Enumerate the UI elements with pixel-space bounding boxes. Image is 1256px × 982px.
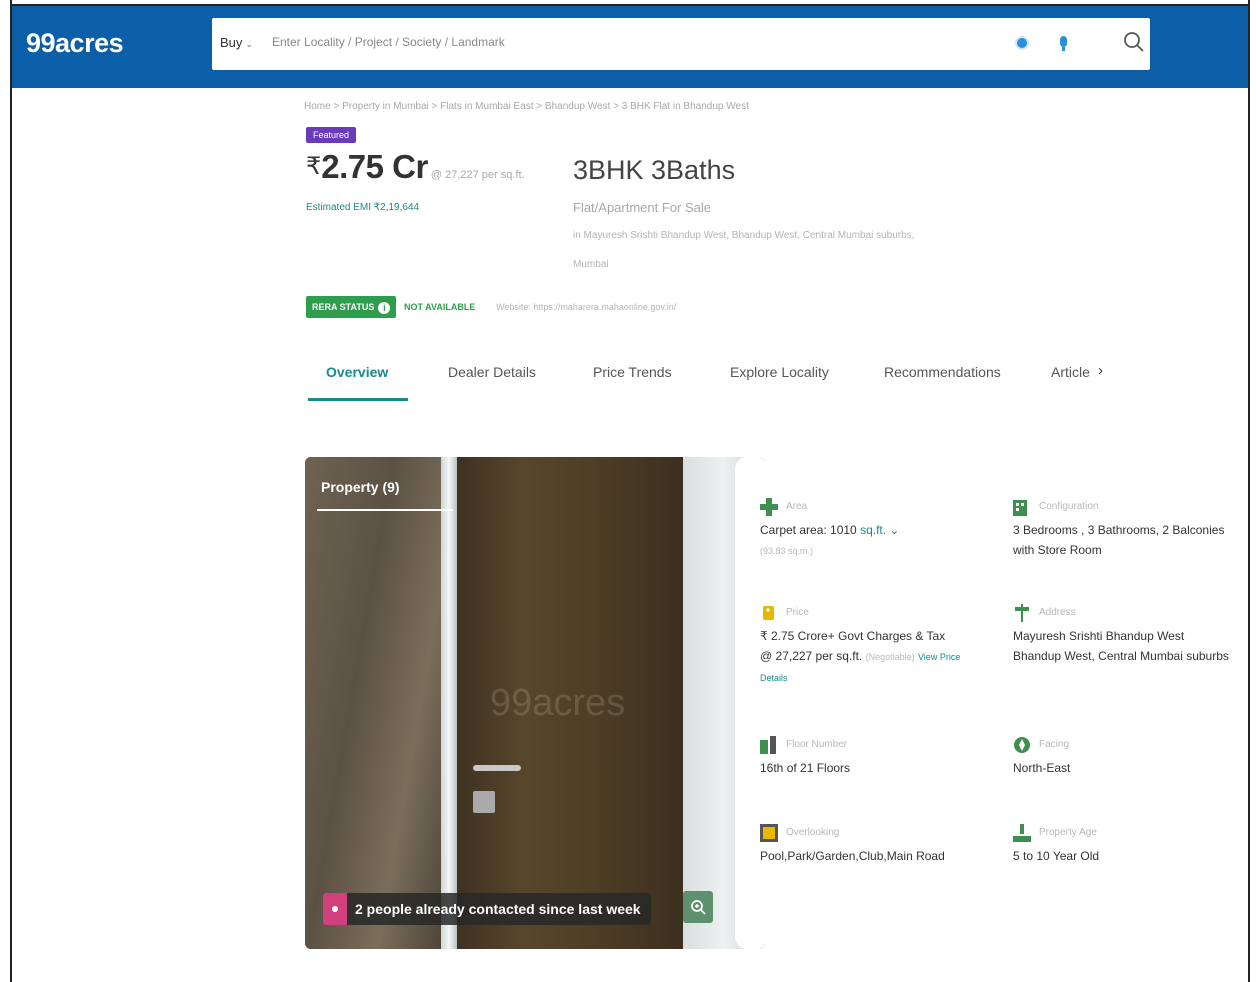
contact-icon (323, 893, 347, 925)
price-line-1: ₹ 2.75 Crore+ Govt Charges & Tax (760, 629, 946, 643)
configuration-line-1: 3 Bedrooms , 3 Bathrooms, 2 Balconies (1013, 523, 1225, 537)
rera-website[interactable]: Website: https://maharera.mahaonline.gov… (496, 302, 676, 312)
floor-value: 16th of 21 Floors (760, 761, 851, 775)
configuration-line-2: with Store Room (1013, 543, 1102, 557)
address-value: Mayuresh Srishti Bhandup West Bhandup We… (1013, 626, 1229, 666)
top-bar: 99acres Buy ⌄ Enter Locality / Project / … (12, 4, 1248, 88)
contacted-banner: 2 people already contacted since last we… (323, 893, 651, 925)
area-label: Area (786, 501, 808, 512)
section-tabs: Overview Dealer Details Price Trends Exp… (306, 360, 1126, 402)
area-sqm: (93.83 sq.m.) (760, 546, 814, 556)
search-icon[interactable] (1122, 30, 1146, 54)
chevron-down-icon: ⌄ (886, 523, 900, 537)
price-amount: 2.75 Cr (321, 148, 428, 185)
signpost-icon (1015, 604, 1029, 622)
address-label: Address (1039, 607, 1076, 618)
logo[interactable]: 99acres (26, 28, 124, 59)
featured-badge: Featured (306, 127, 357, 143)
chevron-right-icon[interactable]: › (1098, 362, 1103, 379)
rera-status-label: RERA STATUS (312, 302, 375, 312)
facing-label: Facing (1039, 739, 1070, 750)
rupee-symbol: ₹ (306, 153, 322, 180)
tab-explore-locality[interactable]: Explore Locality (730, 364, 829, 380)
breadcrumb[interactable]: Home > Property in Mumbai > Flats in Mum… (304, 101, 749, 112)
compass-icon (1014, 737, 1030, 753)
price-per-sqft: @ 27,227 per sq.ft. (430, 169, 525, 181)
configuration-label: Configuration (1039, 501, 1099, 512)
search-box[interactable]: Buy ⌄ Enter Locality / Project / Society … (212, 18, 1150, 70)
tab-article[interactable]: Article (1051, 364, 1090, 380)
photo-count-label[interactable]: Property (9) (321, 479, 400, 495)
photo-pipe (441, 457, 457, 949)
negotiable-note: (Negotiable) (865, 652, 915, 662)
view-price-link[interactable]: View Price (918, 652, 960, 662)
address-line-1: in Mayuresh Srishti Bhandup West, Bhandu… (573, 230, 915, 241)
configuration-icon (1013, 500, 1027, 516)
info-icon[interactable]: i (378, 302, 391, 314)
property-type: Flat/Apartment For Sale (573, 200, 711, 215)
floor-label: Floor Number (786, 739, 848, 750)
area-unit-dropdown[interactable]: sq.ft. (860, 523, 886, 537)
property-age-value: 5 to 10 Year Old (1013, 849, 1100, 863)
address-line-2: Mumbai (573, 259, 609, 270)
photo-wall (305, 457, 445, 949)
tab-price-trends[interactable]: Price Trends (593, 364, 672, 380)
locate-icon[interactable] (1017, 38, 1027, 48)
zoom-icon (691, 900, 706, 915)
buy-dropdown[interactable]: Buy ⌄ (220, 35, 253, 50)
property-age-icon (1013, 824, 1031, 842)
overlooking-label: Overlooking (786, 827, 840, 838)
bhk-title: 3BHK 3Baths (573, 155, 736, 185)
overlooking-icon (760, 824, 778, 842)
floor-icon (760, 736, 776, 754)
property-age-label: Property Age (1039, 827, 1097, 838)
area-value: Carpet area: 1010 sq.ft. ⌄ (93.83 sq.m.) (760, 520, 899, 561)
rera-status-badge[interactable]: RERA STATUS i (306, 296, 397, 318)
zoom-button[interactable] (683, 891, 713, 923)
rera-value: NOT AVAILABLE (404, 302, 476, 312)
microphone-icon[interactable] (1060, 36, 1067, 51)
chevron-down-icon: ⌄ (245, 39, 253, 49)
price-line-2: @ 27,227 per sq.ft. (760, 649, 863, 663)
area-carpet: Carpet area: 1010 (760, 523, 857, 537)
tab-recommendations[interactable]: Recommendations (884, 364, 1001, 380)
price: ₹2.75 Cr @ 27,227 per sq.ft. (306, 148, 525, 186)
search-input[interactable]: Enter Locality / Project / Society / Lan… (272, 35, 505, 49)
photo-title-underline (317, 509, 453, 511)
overlooking-value: Pool,Park/Garden,Club,Main Road (760, 849, 945, 863)
price-value: ₹ 2.75 Crore+ Govt Charges & Tax @ 27,22… (760, 626, 960, 688)
address-detail-line-2: Bhandup West, Central Mumbai suburbs (1013, 649, 1229, 663)
door-lock (473, 791, 495, 813)
tab-overview[interactable]: Overview (326, 364, 388, 380)
price-label: Price (786, 607, 809, 618)
emi-link[interactable]: Estimated EMI ₹2,19,644 (306, 202, 419, 213)
property-photo[interactable]: 99acres Property (9) 2 people already co… (305, 457, 765, 949)
contacted-text: 2 people already contacted since last we… (355, 901, 641, 917)
facing-value: North-East (1013, 761, 1071, 775)
price-tag-icon (763, 606, 774, 620)
photo-watermark: 99acres (490, 682, 626, 724)
configuration-value: 3 Bedrooms , 3 Bathrooms, 2 Balconies wi… (1013, 520, 1224, 560)
area-icon (760, 498, 778, 516)
active-tab-indicator (308, 398, 408, 401)
price-details-link[interactable]: Details (760, 673, 788, 683)
door-handle (473, 765, 521, 771)
address-detail-line-1: Mayuresh Srishti Bhandup West (1013, 629, 1185, 643)
buy-label: Buy (220, 35, 243, 50)
tab-dealer-details[interactable]: Dealer Details (448, 364, 536, 380)
